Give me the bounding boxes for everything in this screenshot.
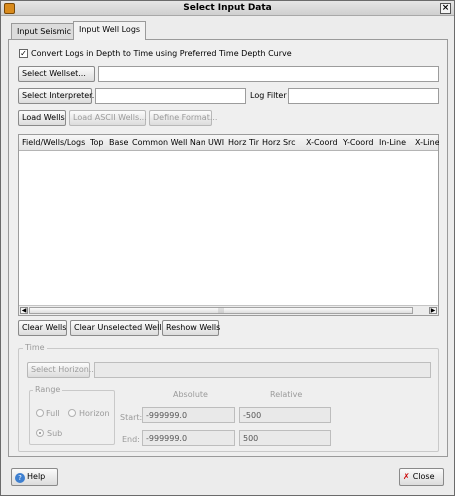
col-x-coord[interactable]: X-Coord: [306, 138, 338, 147]
close-window-icon[interactable]: ×: [440, 3, 451, 14]
col-in-line[interactable]: In-Line: [379, 138, 406, 147]
clear-unselected-wells-button[interactable]: Clear Unselected Wells: [70, 320, 166, 336]
log-filter-label: Log Filter: [250, 91, 287, 100]
col-x-line[interactable]: X-Line: [415, 138, 439, 147]
load-ascii-wells-button[interactable]: Load ASCII Wells...: [69, 110, 147, 126]
scroll-thumb[interactable]: |||: [29, 307, 413, 314]
convert-label: Convert Logs in Depth to Time using Pref…: [31, 49, 292, 58]
end-label: End:: [122, 435, 140, 444]
col-y-coord[interactable]: Y-Coord: [343, 138, 373, 147]
window-title: Select Input Data: [183, 3, 272, 13]
clear-wells-button[interactable]: Clear Wells: [18, 320, 67, 336]
close-x-icon: ✗: [403, 472, 410, 481]
close-label: Close: [412, 472, 435, 481]
table-header: Field/Wells/Logs Top Base Common Well Na…: [19, 135, 439, 151]
col-common-well-name[interactable]: Common Well Nam: [132, 138, 205, 147]
range-sub-radio[interactable]: [36, 429, 44, 437]
absolute-label: Absolute: [173, 390, 208, 399]
log-filter-field[interactable]: [288, 88, 439, 104]
help-button[interactable]: ? Help: [11, 468, 58, 486]
dialog-window: Select Input Data × Input Seismic Input …: [0, 0, 455, 496]
horizon-field[interactable]: [94, 362, 431, 378]
title-bar[interactable]: Select Input Data ×: [1, 1, 454, 16]
close-button[interactable]: ✗ Close: [399, 468, 444, 486]
select-interpreter-button[interactable]: Select Interpreter...: [18, 88, 99, 104]
help-label: Help: [27, 472, 46, 481]
time-legend: Time: [23, 343, 47, 352]
range-legend: Range: [33, 385, 63, 394]
col-horz-src[interactable]: Horz Src: [262, 138, 296, 147]
select-horizon-button[interactable]: Select Horizon...: [27, 362, 96, 378]
start-relative-field[interactable]: -500: [239, 407, 331, 423]
tab-input-well-logs[interactable]: Input Well Logs: [73, 21, 147, 40]
wellset-field[interactable]: [98, 66, 439, 82]
start-label: Start:: [120, 413, 143, 422]
define-format-button[interactable]: Define Format...: [149, 110, 217, 126]
horizontal-scrollbar[interactable]: ◀ ||| ▶: [19, 305, 438, 315]
col-horz-tin[interactable]: Horz Tin: [228, 138, 259, 147]
help-icon: ?: [15, 473, 25, 483]
col-field-wells-logs[interactable]: Field/Wells/Logs: [22, 138, 85, 147]
convert-checkbox[interactable]: ✓: [19, 49, 28, 58]
interpreter-field[interactable]: [95, 88, 246, 104]
reshow-wells-button[interactable]: Reshow Wells: [162, 320, 220, 336]
wells-table[interactable]: Field/Wells/Logs Top Base Common Well Na…: [18, 134, 439, 316]
start-absolute-field[interactable]: -999999.0: [142, 407, 235, 423]
range-horizon-radio[interactable]: [68, 409, 76, 417]
select-wellset-button[interactable]: Select Wellset...: [18, 66, 95, 82]
col-top[interactable]: Top: [90, 138, 104, 147]
range-full-label: Full: [46, 409, 60, 418]
load-wells-button[interactable]: Load Wells: [18, 110, 66, 126]
tab-input-seismic[interactable]: Input Seismic: [11, 23, 78, 39]
col-base[interactable]: Base: [109, 138, 128, 147]
arrow-right-icon[interactable]: ▶: [429, 307, 437, 314]
end-absolute-field[interactable]: -999999.0: [142, 430, 235, 446]
end-relative-field[interactable]: 500: [239, 430, 331, 446]
relative-label: Relative: [270, 390, 303, 399]
range-full-radio[interactable]: [36, 409, 44, 417]
range-horizon-label: Horizon: [79, 409, 110, 418]
col-uwi[interactable]: UWI: [208, 138, 224, 147]
arrow-left-icon[interactable]: ◀: [20, 307, 28, 314]
range-sub-label: Sub: [47, 429, 63, 438]
